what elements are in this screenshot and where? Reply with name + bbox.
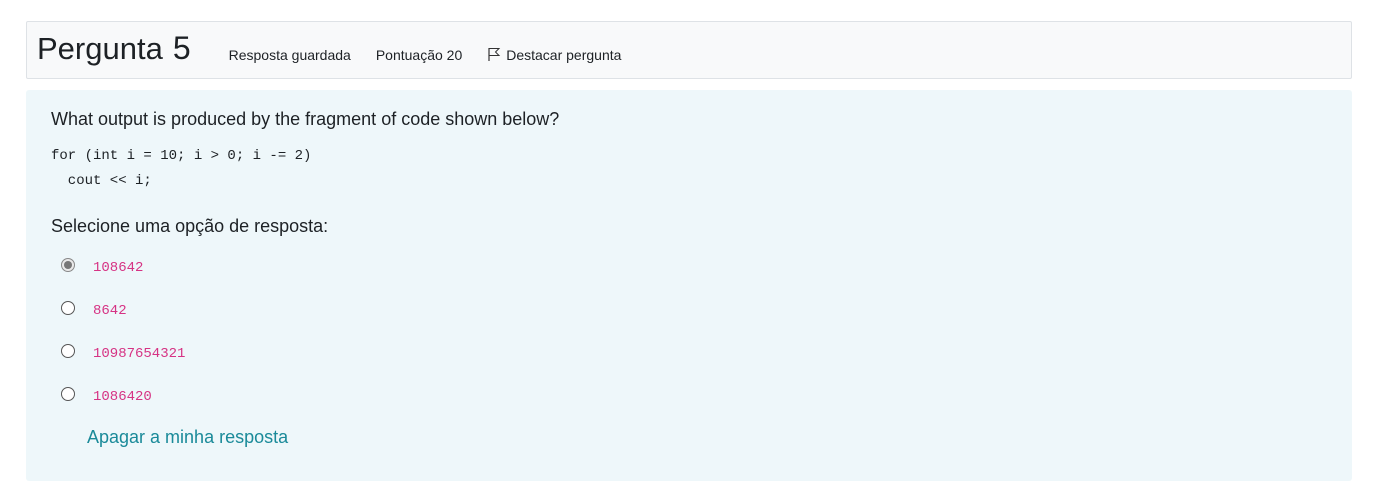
flag-outline-icon xyxy=(487,46,506,65)
question-info-bar: Pergunta 5 Resposta guardada Pontuação 2… xyxy=(26,21,1352,79)
question-title: Pergunta 5 xyxy=(37,30,191,67)
answer-option-label[interactable]: 8642 xyxy=(93,303,127,319)
flag-question-label: Destacar pergunta xyxy=(506,47,622,63)
answer-option[interactable]: 10987654321 xyxy=(51,331,1327,374)
answer-status: Resposta guardada xyxy=(228,47,351,63)
answer-option[interactable]: 108642 xyxy=(51,245,1327,288)
flag-question-button[interactable]: Destacar pergunta xyxy=(487,46,621,65)
radio-button-selected[interactable] xyxy=(61,257,75,272)
answer-option-label[interactable]: 10987654321 xyxy=(93,346,185,362)
radio-button[interactable] xyxy=(61,386,75,401)
answer-options: 108642 8642 10987654321 1086420 xyxy=(51,245,1327,417)
question-title-word: Pergunta xyxy=(37,30,163,66)
code-snippet: for (int i = 10; i > 0; i -= 2) cout << … xyxy=(51,148,312,189)
answer-option-label[interactable]: 108642 xyxy=(93,260,143,276)
question-text: What output is produced by the fragment … xyxy=(51,109,560,129)
radio-button[interactable] xyxy=(61,300,75,315)
answer-option[interactable]: 1086420 xyxy=(51,374,1327,417)
question-score: Pontuação 20 xyxy=(375,47,463,63)
answer-option[interactable]: 8642 xyxy=(51,288,1327,331)
question-number: 5 xyxy=(172,29,191,66)
answer-prompt: Selecione uma opção de resposta: xyxy=(51,216,329,236)
question-content: What output is produced by the fragment … xyxy=(26,90,1352,481)
clear-answer-link[interactable]: Apagar a minha resposta xyxy=(87,427,288,448)
answer-option-label[interactable]: 1086420 xyxy=(93,389,152,405)
radio-button[interactable] xyxy=(61,343,75,358)
